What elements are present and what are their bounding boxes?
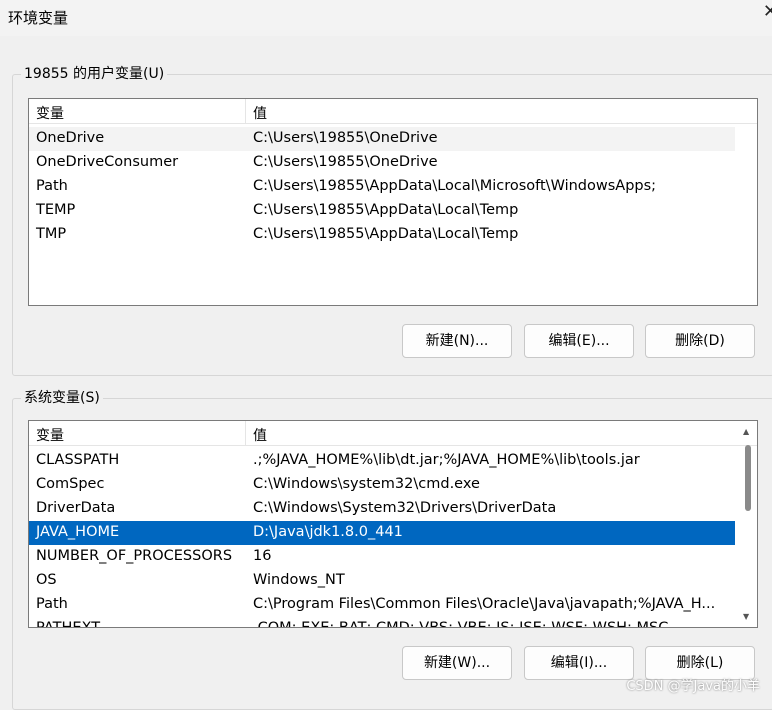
user-variables-list[interactable]: 变量 值 OneDrive C:\Users\19855\OneDrive On… (28, 98, 758, 306)
variable-value: Windows_NT (253, 572, 345, 588)
column-header-value[interactable]: 值 (253, 425, 267, 445)
list-item[interactable]: CLASSPATH .;%JAVA_HOME%\lib\dt.jar;%JAVA… (29, 449, 735, 473)
variable-name: CLASSPATH (36, 452, 120, 468)
list-item-selected[interactable]: JAVA_HOME D:\Java\jdk1.8.0_441 (29, 521, 735, 545)
column-header-value[interactable]: 值 (253, 103, 267, 123)
user-list-header: 变量 值 (29, 99, 757, 124)
variable-name: DriverData (36, 500, 116, 516)
system-list-header: 变量 值 (29, 421, 757, 446)
column-separator[interactable] (245, 99, 246, 123)
variable-value: C:\Windows\System32\Drivers\DriverData (253, 500, 557, 516)
list-item[interactable]: OneDriveConsumer C:\Users\19855\OneDrive (29, 151, 735, 175)
variable-value: D:\Java\jdk1.8.0_441 (253, 524, 403, 540)
user-new-button[interactable]: 新建(N)... (402, 324, 512, 358)
variable-value: .COM;.EXE;.BAT;.CMD;.VBS;.VBE;.JS;.JSE;.… (253, 620, 669, 628)
variable-value: C:\Windows\system32\cmd.exe (253, 476, 480, 492)
close-icon[interactable]: ✕ (763, 1, 772, 22)
variable-value: C:\Users\19855\AppData\Local\Temp (253, 226, 519, 242)
list-item[interactable]: TEMP C:\Users\19855\AppData\Local\Temp (29, 199, 735, 223)
variable-name: Path (36, 596, 68, 612)
variable-name: TMP (36, 226, 67, 242)
variable-name: OneDrive (36, 130, 105, 146)
variable-value: C:\Program Files\Common Files\Oracle\Jav… (253, 596, 716, 612)
list-item[interactable]: TMP C:\Users\19855\AppData\Local\Temp (29, 223, 735, 247)
column-separator[interactable] (245, 421, 246, 445)
list-item[interactable]: OneDrive C:\Users\19855\OneDrive (29, 127, 735, 151)
list-item[interactable]: Path C:\Users\19855\AppData\Local\Micros… (29, 175, 735, 199)
variable-name: PATHEXT (36, 620, 101, 628)
variable-name: Path (36, 178, 68, 194)
variable-value: .;%JAVA_HOME%\lib\dt.jar;%JAVA_HOME%\lib… (253, 452, 640, 468)
variable-value: C:\Users\19855\OneDrive (253, 154, 438, 170)
column-header-variable[interactable]: 变量 (36, 425, 64, 445)
variable-name: JAVA_HOME (36, 524, 120, 540)
scroll-up-arrow-icon[interactable]: ▲ (743, 427, 749, 436)
watermark: CSDN @学Java的小羊 (626, 679, 760, 694)
list-item[interactable]: NUMBER_OF_PROCESSORS 16 (29, 545, 735, 569)
variable-value: 16 (253, 548, 272, 564)
user-edit-button[interactable]: 编辑(E)... (524, 324, 634, 358)
list-item[interactable]: PATHEXT .COM;.EXE;.BAT;.CMD;.VBS;.VBE;.J… (29, 617, 735, 628)
user-delete-button[interactable]: 删除(D) (645, 324, 755, 358)
variable-name: TEMP (36, 202, 76, 218)
variable-name: OneDriveConsumer (36, 154, 179, 170)
variable-value: C:\Users\19855\AppData\Local\Microsoft\W… (253, 178, 657, 194)
scroll-down-arrow-icon[interactable]: ▼ (743, 612, 749, 621)
variable-name: ComSpec (36, 476, 105, 492)
variable-name: OS (36, 572, 57, 588)
scrollbar-thumb[interactable] (745, 445, 751, 511)
user-variables-legend: 19855 的用户变量(U) (21, 63, 168, 83)
list-item[interactable]: ComSpec C:\Windows\system32\cmd.exe (29, 473, 735, 497)
vertical-scrollbar[interactable]: ▲ ▼ (737, 421, 757, 627)
window-title: 环境变量 (8, 9, 69, 27)
list-item[interactable]: Path C:\Program Files\Common Files\Oracl… (29, 593, 735, 617)
system-variables-list[interactable]: 变量 值 CLASSPATH .;%JAVA_HOME%\lib\dt.jar;… (28, 420, 758, 628)
variable-value: C:\Users\19855\AppData\Local\Temp (253, 202, 519, 218)
variable-value: C:\Users\19855\OneDrive (253, 130, 438, 146)
column-header-variable[interactable]: 变量 (36, 103, 64, 123)
title-bar: 环境变量 ✕ (0, 0, 772, 36)
list-item[interactable]: DriverData C:\Windows\System32\Drivers\D… (29, 497, 735, 521)
variable-name: NUMBER_OF_PROCESSORS (36, 548, 233, 564)
system-edit-button[interactable]: 编辑(I)... (524, 646, 634, 680)
list-item[interactable]: OS Windows_NT (29, 569, 735, 593)
system-new-button[interactable]: 新建(W)... (402, 646, 512, 680)
system-variables-legend: 系统变量(S) (21, 387, 103, 407)
